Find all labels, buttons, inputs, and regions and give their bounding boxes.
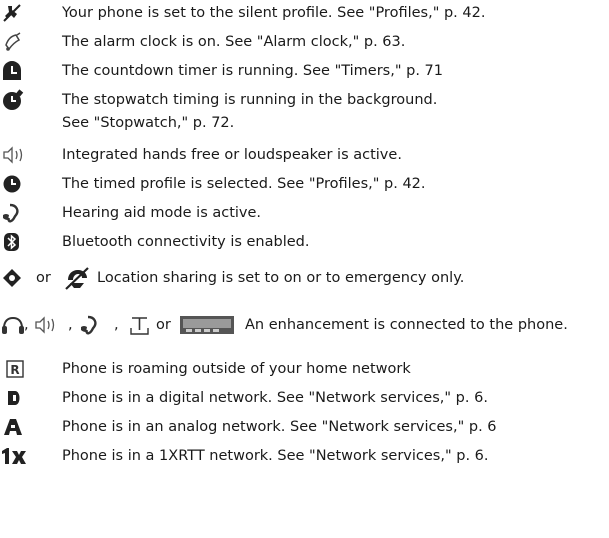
timed-profile-icon — [0, 173, 26, 195]
countdown-timer-icon — [0, 60, 26, 82]
status-item-text: Phone is in a digital network. See "Netw… — [62, 390, 488, 406]
status-item-text: The alarm clock is on. See "Alarm clock,… — [62, 34, 406, 50]
silent-profile-icon — [0, 2, 26, 24]
location-sharing-icon — [0, 267, 26, 289]
car-kit-icon — [178, 314, 234, 336]
or-label: or — [36, 270, 51, 286]
digital-network-icon — [4, 387, 30, 409]
loudspeaker-icon — [0, 144, 26, 166]
status-item-text: Your phone is set to the silent profile.… — [62, 5, 486, 21]
1xrtt-network-icon — [0, 445, 34, 467]
emergency-location-icon — [62, 265, 92, 291]
status-item-stopwatch: The stopwatch timing is running in the b… — [0, 89, 609, 135]
analog-network-icon — [2, 416, 28, 438]
separator: , — [114, 317, 119, 333]
status-item-text: Integrated hands free or loudspeaker is … — [62, 147, 402, 163]
alarm-clock-icon — [0, 31, 26, 53]
status-item-text: An enhancement is connected to the phone… — [245, 317, 568, 333]
status-item-text: Location sharing is set to on or to emer… — [97, 270, 465, 286]
roaming-icon: R — [4, 358, 30, 380]
separator: , — [24, 317, 29, 333]
hearing-aid-icon — [0, 202, 26, 224]
tty-icon — [127, 314, 153, 336]
or-label: or — [156, 317, 171, 333]
status-item-enhancement: , , , or An enhancement is connected to … — [0, 312, 609, 338]
stopwatch-icon — [0, 89, 26, 111]
separator: , — [68, 317, 73, 333]
status-item-text: The stopwatch timing is running in the b… — [62, 92, 438, 108]
status-item-text: Hearing aid mode is active. — [62, 205, 262, 221]
headset-icon — [0, 314, 26, 336]
svg-text:R: R — [10, 363, 19, 377]
status-item-text: Phone is roaming outside of your home ne… — [62, 361, 411, 377]
status-item-text: The timed profile is selected. See "Prof… — [62, 176, 426, 192]
status-item-text: Phone is in an analog network. See "Netw… — [62, 419, 497, 435]
status-item-text: The countdown timer is running. See "Tim… — [62, 63, 444, 79]
status-item-text: Bluetooth connectivity is enabled. — [62, 234, 310, 250]
bluetooth-icon — [0, 231, 26, 253]
status-item-location: or Location sharing is set to on or to e… — [0, 265, 609, 291]
status-item-text-line2: See "Stopwatch," p. 72. — [62, 115, 235, 131]
hearing-aid-enhancement-icon — [78, 314, 104, 336]
loudspeaker-enhancement-icon — [33, 314, 67, 336]
status-item-text: Phone is in a 1XRTT network. See "Networ… — [62, 448, 489, 464]
